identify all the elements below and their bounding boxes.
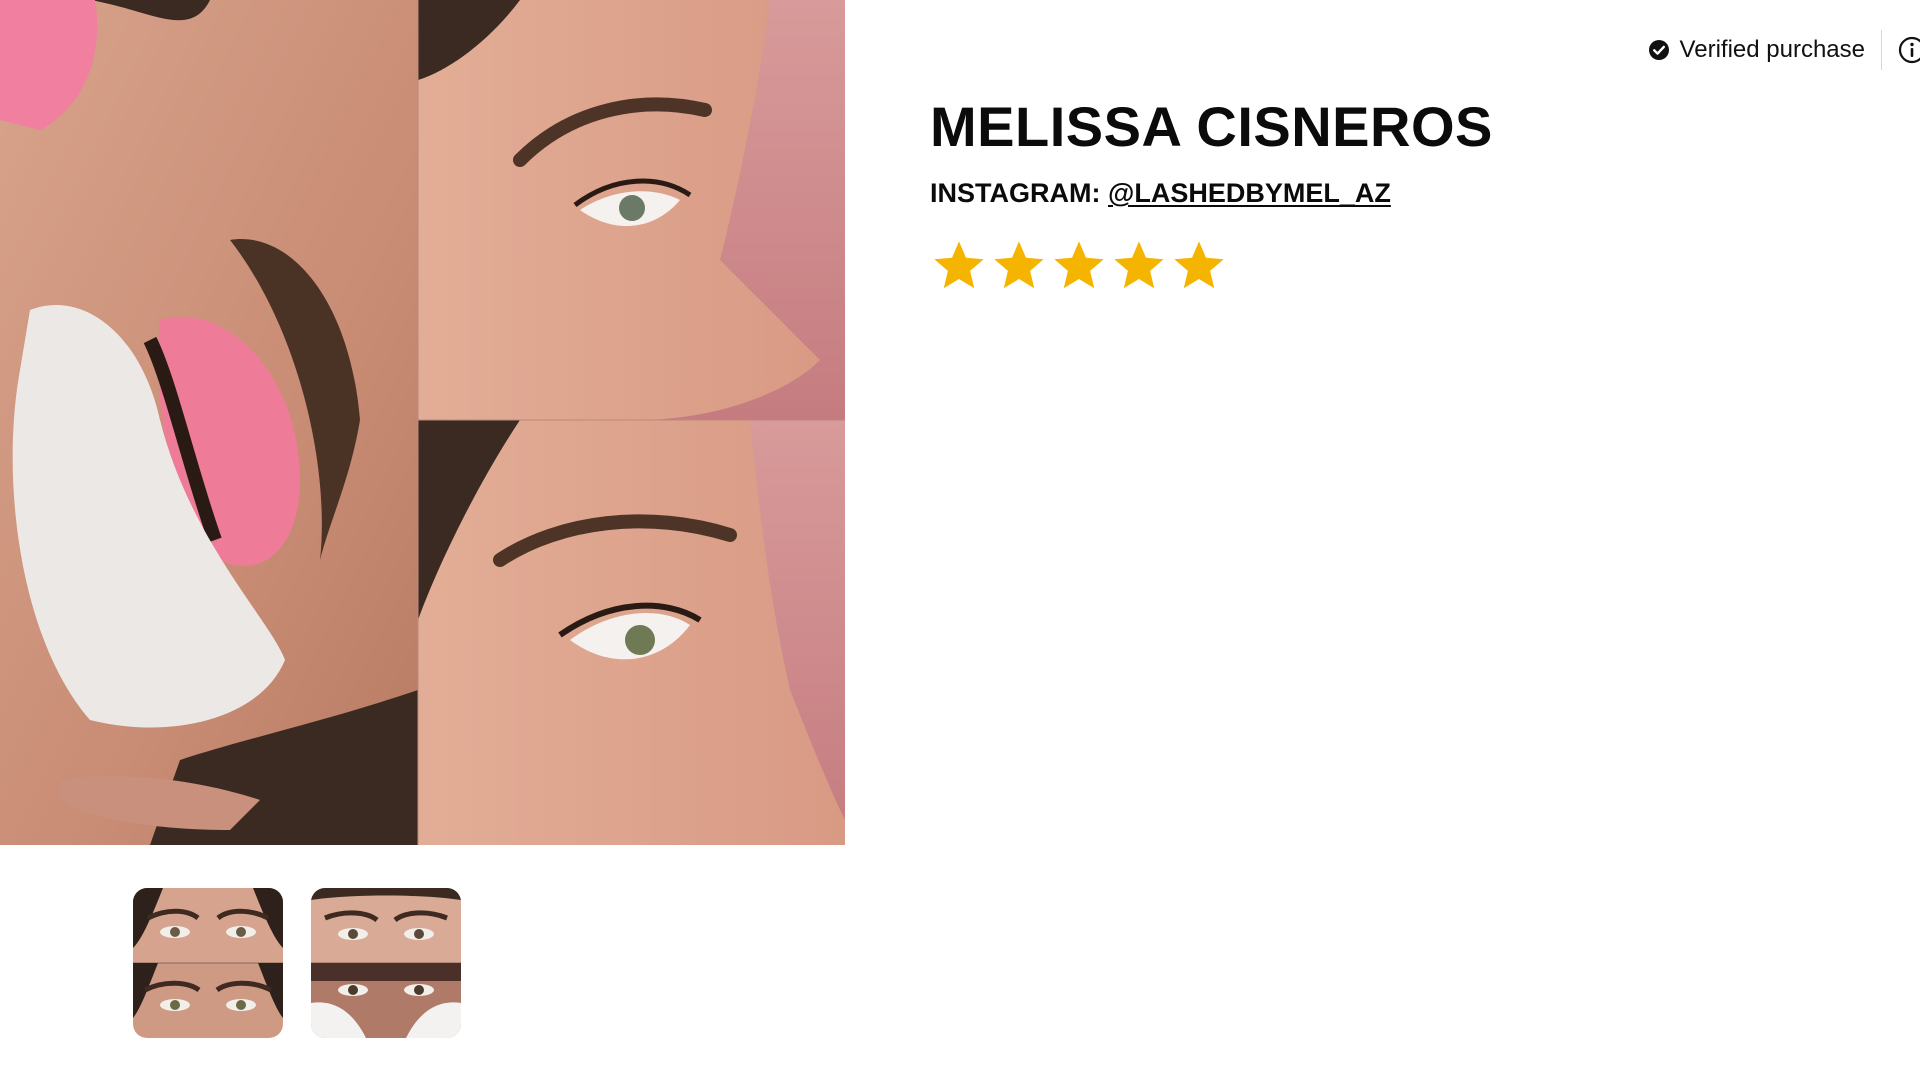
thumbnail-1[interactable] [133, 888, 283, 1038]
divider [1881, 30, 1882, 70]
review-page: Verified purchase MELISSA CISNEROS INSTA… [0, 0, 1920, 1080]
star-rating [930, 237, 1493, 295]
star-icon [1114, 241, 1164, 289]
check-circle-icon [1648, 40, 1669, 60]
instagram-line: INSTAGRAM: @LASHEDBYMEL_AZ [930, 175, 1493, 211]
info-icon[interactable] [1898, 36, 1920, 64]
verified-purchase-label: Verified purchase [1679, 36, 1865, 63]
star-icon [1054, 241, 1104, 289]
instagram-label: INSTAGRAM: [930, 178, 1101, 208]
verified-purchase-badge: Verified purchase [1648, 36, 1881, 64]
main-review-photo[interactable] [0, 0, 845, 845]
instagram-handle-link[interactable]: @LASHEDBYMEL_AZ [1108, 178, 1391, 208]
review-content: MELISSA CISNEROS INSTAGRAM: @LASHEDBYMEL… [930, 95, 1493, 295]
thumbnail-2[interactable] [311, 888, 461, 1038]
star-icon [934, 241, 984, 289]
reviewer-name: MELISSA CISNEROS [930, 95, 1493, 158]
verified-bar: Verified purchase [1648, 30, 1920, 70]
star-icon [1174, 241, 1224, 289]
star-icon [994, 241, 1044, 289]
thumbnail-strip [133, 888, 461, 1038]
